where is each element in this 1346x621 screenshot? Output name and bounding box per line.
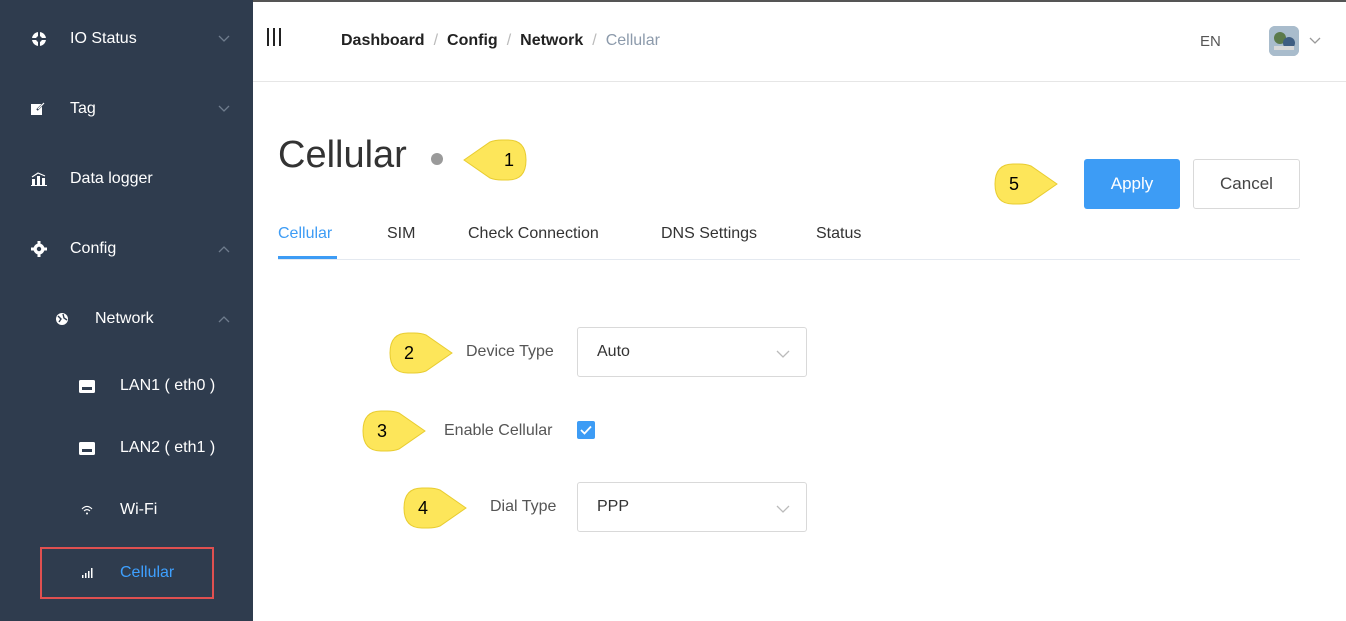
sidebar-item-label: Network (95, 310, 154, 327)
top-header: Dashboard / Config / Network / Cellular … (253, 2, 1346, 82)
active-tab-indicator (278, 256, 337, 259)
chevron-down-icon (217, 102, 231, 116)
dial-type-label: Dial Type (490, 498, 557, 515)
lan-icon (79, 441, 95, 455)
callout-5: 5 (993, 163, 1059, 205)
sidebar-item-wifi[interactable]: Wi-Fi (0, 490, 253, 530)
sidebar-item-label: IO Status (70, 30, 137, 47)
breadcrumb-separator: / (506, 32, 512, 49)
sidebar-item-label: Wi-Fi (120, 501, 158, 518)
tab-status[interactable]: Status (816, 225, 861, 243)
callout-2: 2 (388, 332, 454, 374)
sidebar-item-label: LAN2 ( eth1 ) (120, 439, 216, 456)
tab-check-connection[interactable]: Check Connection (468, 225, 599, 243)
sidebar-item-label: LAN1 ( eth0 ) (120, 377, 216, 394)
sidebar-item-io-status[interactable]: IO Status (0, 19, 253, 59)
sidebar-item-lan2[interactable]: LAN2 ( eth1 ) (0, 428, 253, 468)
enable-cellular-label: Enable Cellular (444, 422, 553, 439)
data-logger-icon (30, 171, 48, 187)
sidebar-item-label: Cellular (120, 564, 175, 581)
enable-cellular-checkbox[interactable] (577, 421, 595, 439)
tab-bar: Cellular SIM Check Connection DNS Settin… (278, 224, 1300, 260)
chevron-down-icon[interactable] (1309, 32, 1321, 50)
dial-type-value: PPP (597, 498, 630, 515)
sidebar-item-label: Tag (70, 100, 96, 117)
sidebar-item-label: Config (70, 240, 117, 257)
status-indicator (431, 153, 443, 165)
breadcrumb: Dashboard / Config / Network / Cellular (341, 32, 660, 50)
tag-icon (30, 101, 46, 117)
callout-4: 4 (402, 487, 468, 529)
apply-button[interactable]: Apply (1084, 159, 1180, 209)
breadcrumb-current: Cellular (605, 32, 660, 49)
sidebar-item-tag[interactable]: Tag (0, 89, 253, 129)
callout-1: 1 (462, 139, 528, 181)
callout-3: 3 (361, 410, 427, 452)
tab-sim[interactable]: SIM (387, 225, 415, 243)
language-selector[interactable]: EN (1200, 33, 1221, 50)
breadcrumb-config[interactable]: Config (447, 32, 498, 50)
chevron-up-icon (217, 312, 231, 326)
chevron-down-icon (776, 346, 790, 364)
signal-icon (80, 567, 94, 579)
lan-icon (79, 379, 95, 393)
breadcrumb-separator: / (592, 32, 597, 49)
dial-type-select[interactable]: PPP (577, 482, 807, 532)
chevron-down-icon (776, 501, 790, 519)
tab-cellular[interactable]: Cellular (278, 225, 332, 243)
breadcrumb-network[interactable]: Network (520, 32, 583, 50)
chevron-down-icon (217, 32, 231, 46)
sidebar-item-cellular[interactable]: Cellular (0, 553, 253, 593)
sidebar-item-config[interactable]: Config (0, 229, 253, 269)
wifi-icon (80, 504, 94, 516)
breadcrumb-separator: / (433, 32, 439, 49)
device-type-value: Auto (597, 343, 630, 360)
io-status-icon (30, 30, 48, 48)
cancel-button[interactable]: Cancel (1193, 159, 1300, 209)
network-icon (54, 311, 70, 327)
menu-toggle-icon[interactable] (267, 28, 281, 46)
sidebar-item-lan1[interactable]: LAN1 ( eth0 ) (0, 366, 253, 406)
sidebar-item-label: Data logger (70, 170, 153, 187)
sidebar: IO Status Tag Data logger Config Network (0, 0, 253, 621)
breadcrumb-dashboard[interactable]: Dashboard (341, 32, 425, 50)
device-type-select[interactable]: Auto (577, 327, 807, 377)
device-type-label: Device Type (466, 343, 554, 360)
chevron-up-icon (217, 242, 231, 256)
sidebar-item-data-logger[interactable]: Data logger (0, 159, 253, 199)
avatar[interactable] (1269, 26, 1299, 56)
page-title: Cellular (278, 134, 407, 176)
sidebar-item-network[interactable]: Network (0, 299, 253, 339)
tab-dns-settings[interactable]: DNS Settings (661, 225, 757, 243)
gear-icon (30, 240, 48, 258)
